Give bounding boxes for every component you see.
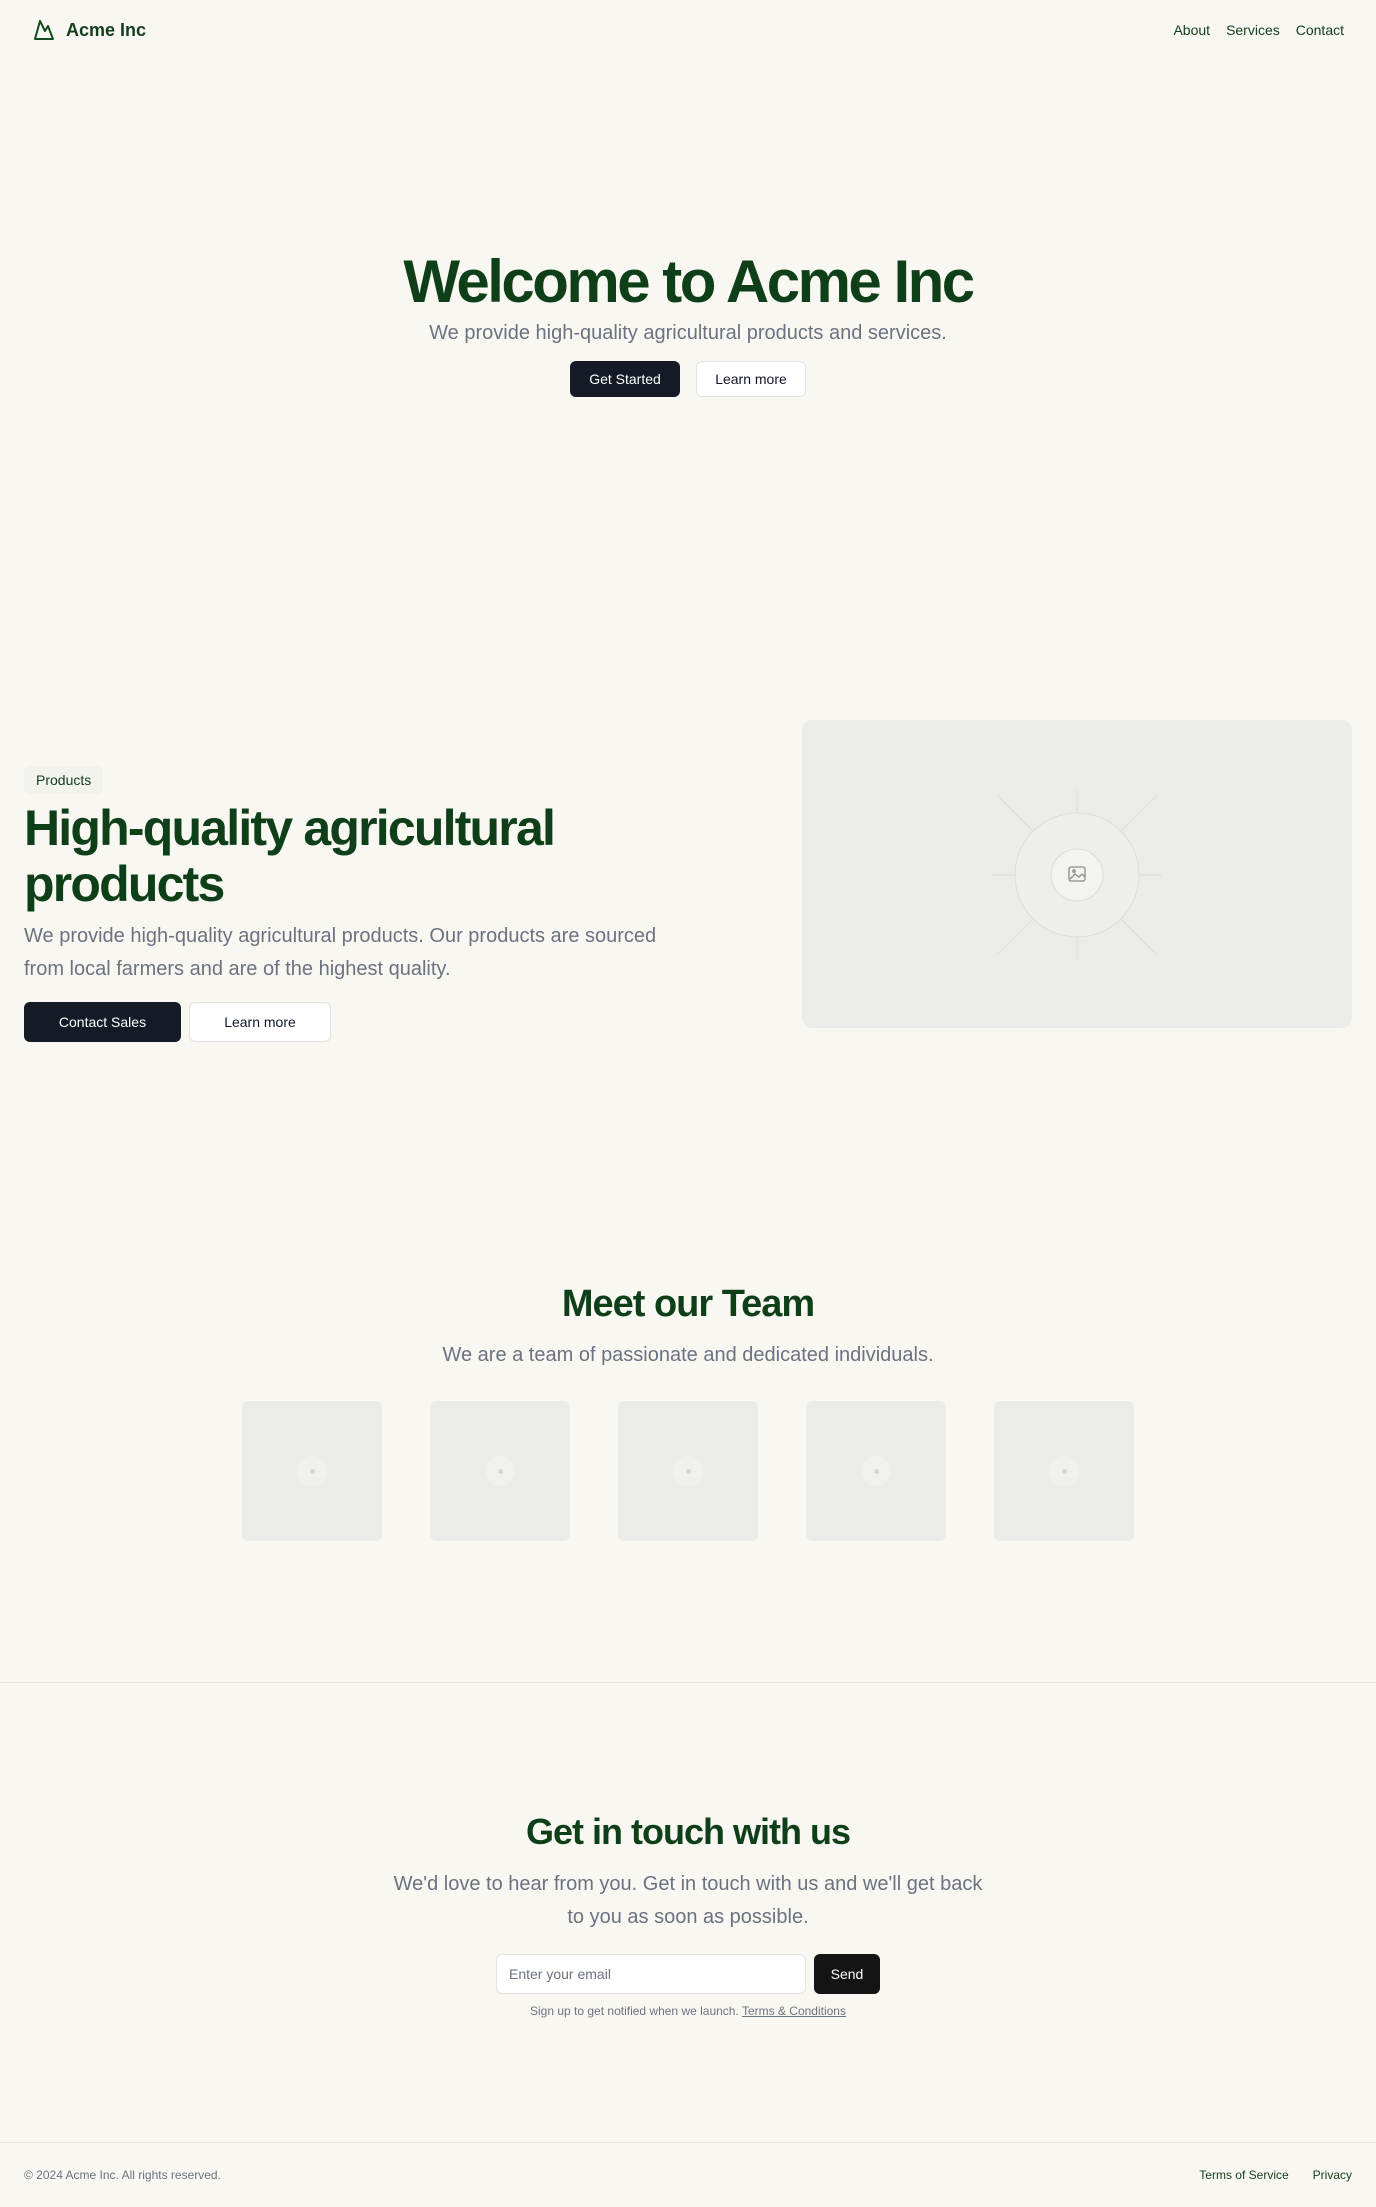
signup-fine-print: Sign up to get notified when we launch. … [0,2004,1376,2018]
signup-form: Send [0,1954,1376,1994]
avatar-placeholder-icon [861,1456,891,1486]
contact-section: Get in touch with us We'd love to hear f… [0,1808,1376,2018]
mountain-icon [34,20,54,40]
contact-subtitle: We'd love to hear from you. Get in touch… [393,1873,983,1928]
team-member-photo [994,1401,1134,1541]
fine-print-text: Sign up to get notified when we launch. [530,2004,739,2018]
nav-services[interactable]: Services [1226,22,1280,38]
team-title: Meet our Team [561,1283,815,1325]
send-button[interactable]: Send [814,1954,880,1994]
team-member-photo [430,1401,570,1541]
hero-section: Welcome to Acme Inc We provide high-qual… [0,248,1376,397]
product-image-placeholder [802,720,1352,1028]
nav-contact[interactable]: Contact [1296,22,1344,38]
nav-about[interactable]: About [1173,22,1210,38]
brand-name: Acme Inc [66,19,147,40]
contact-sales-button[interactable]: Contact Sales [24,1002,181,1042]
hero-learn-more-button[interactable]: Learn more [696,361,806,397]
image-placeholder-icon [992,790,1162,960]
main-nav: About Services Contact [1173,22,1344,38]
hero-title: Welcome to Acme Inc [403,248,975,315]
avatar-placeholder-icon [297,1456,327,1486]
section-divider [0,1682,1376,1683]
brand-link[interactable]: Acme Inc [32,18,146,42]
avatar-placeholder-icon [673,1456,703,1486]
products-description: We provide high-quality agricultural pro… [24,925,657,980]
hero-subtitle: We provide high-quality agricultural pro… [429,322,947,344]
get-started-button[interactable]: Get Started [570,361,680,397]
footer-terms-link[interactable]: Terms of Service [1199,2168,1288,2182]
terms-conditions-link[interactable]: Terms & Conditions [742,2004,846,2018]
avatar-placeholder-icon [1049,1456,1079,1486]
team-member-photo [242,1401,382,1541]
avatar-placeholder-icon [485,1456,515,1486]
products-actions: Contact Sales Learn more [24,1002,764,1042]
copyright-text: © 2024 Acme Inc. All rights reserved. [24,2168,221,2182]
products-section: Products High-quality agricultural produ… [24,766,764,1042]
products-badge: Products [24,766,104,794]
team-member-photo [618,1401,758,1541]
team-member-photo [806,1401,946,1541]
team-subtitle: We are a team of passionate and dedicate… [442,1344,934,1366]
hero-actions: Get Started Learn more [0,361,1376,397]
team-section: Meet our Team We are a team of passionat… [0,1280,1376,1541]
site-header: Acme Inc About Services Contact [0,0,1376,60]
email-input[interactable] [496,1954,806,1994]
products-title: High-quality agricultural products [24,800,556,912]
footer-nav: Terms of Service Privacy [1199,2168,1352,2182]
site-footer: © 2024 Acme Inc. All rights reserved. Te… [0,2143,1376,2207]
products-learn-more-button[interactable]: Learn more [189,1002,331,1042]
team-grid [0,1401,1376,1541]
footer-privacy-link[interactable]: Privacy [1313,2168,1352,2182]
contact-title: Get in touch with us [526,1811,851,1852]
